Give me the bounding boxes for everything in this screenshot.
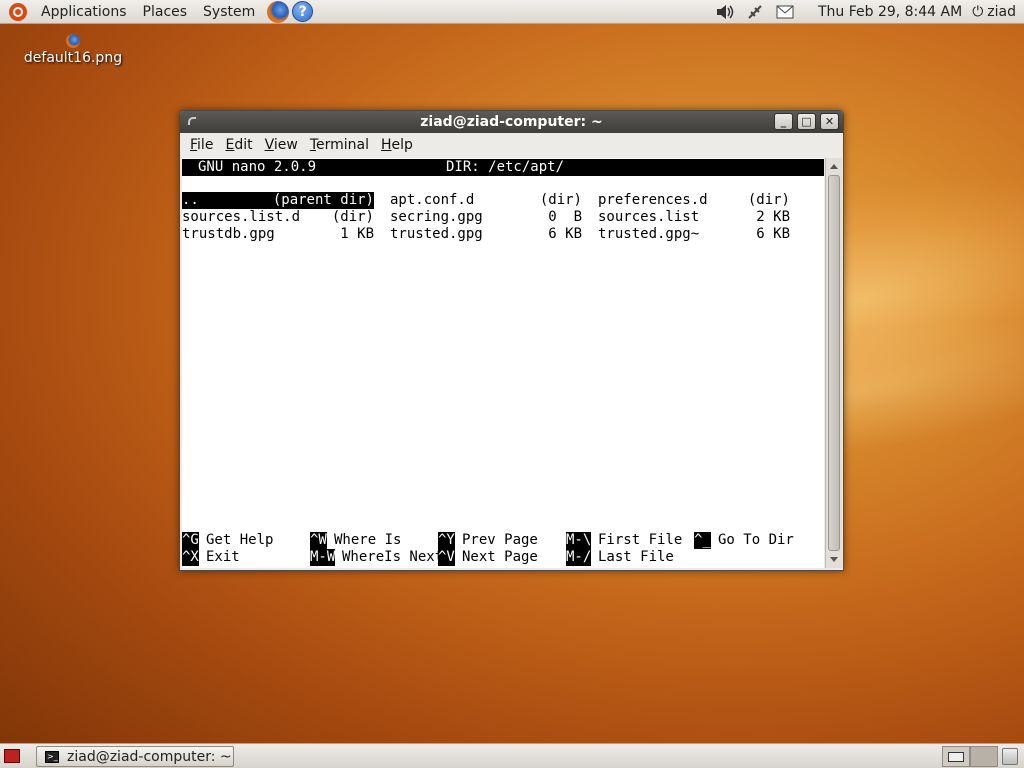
nano-titlebar: GNU nano 2.0.9 DIR: /etc/apt/ (182, 159, 824, 176)
nano-version: GNU nano 2.0.9 (198, 159, 317, 175)
shortcut-label: Prev Page (462, 532, 538, 548)
help-launcher-icon[interactable]: ? (292, 1, 314, 22)
applications-menu[interactable]: Applications (33, 4, 135, 20)
file-entry[interactable]: sources.list 2 KB (598, 209, 790, 226)
file-name: trusted.gpg~ (598, 226, 700, 242)
shortcut-key: ^X (182, 549, 199, 566)
file-name: trusted.gpg (390, 226, 483, 242)
scroll-up-arrow-icon[interactable] (830, 164, 838, 169)
file-entry[interactable]: secring.gpg 0 B (390, 209, 582, 226)
window-menu-icon[interactable] (188, 117, 196, 125)
terminal-icon: >_ (45, 750, 59, 763)
shortcut-key: ^V (438, 549, 455, 566)
menu-terminal[interactable]: Terminal (304, 137, 375, 153)
panel-tray: Thu Feb 29, 8:44 AM ⏻ ziad (710, 0, 1024, 23)
shortcut-label: Exit (206, 549, 240, 565)
shortcut-key: M-W (310, 549, 336, 566)
file-size: 2 KB (756, 209, 790, 225)
file-name: sources.list (598, 209, 700, 225)
terminal-menubar: File Edit View Terminal Help (180, 133, 843, 157)
shortcut-key: ^_ (694, 532, 711, 549)
mail-icon[interactable] (775, 2, 795, 22)
desktop-file-icon[interactable]: default16.png (22, 34, 124, 66)
firefox-launcher-icon[interactable] (267, 0, 290, 23)
file-size: 1 KB (340, 226, 374, 242)
user-name: ziad (987, 3, 1016, 20)
shortcut-label: First File (598, 532, 683, 548)
file-entry[interactable]: preferences.d (dir) (598, 192, 790, 209)
shortcut-label: Get Help (206, 532, 274, 548)
menu-edit[interactable]: Edit (219, 137, 258, 153)
workspace-2[interactable] (970, 746, 998, 767)
show-desktop-button[interactable] (4, 749, 20, 763)
top-panel: Applications Places System ? Thu Feb 29,… (0, 0, 1024, 24)
trash-icon[interactable] (1002, 748, 1018, 765)
bottom-panel: >_ ziad@ziad-computer: ~ (0, 743, 1024, 768)
file-entry[interactable]: trusted.gpg~ 6 KB (598, 226, 790, 243)
window-controls: _ □ ✕ (774, 113, 839, 130)
terminal-screen[interactable]: GNU nano 2.0.9 DIR: /etc/apt/ .. (parent … (182, 158, 824, 568)
shortcut-label: Last File (598, 549, 674, 565)
system-menu[interactable]: System (195, 4, 263, 20)
scroll-down-arrow-icon[interactable] (830, 557, 838, 562)
file-size: (dir) (747, 192, 790, 208)
workspace-1[interactable] (942, 746, 970, 767)
volume-icon[interactable] (715, 2, 735, 22)
file-entry[interactable]: trusted.gpg 6 KB (390, 226, 582, 243)
terminal-window: ziad@ziad-computer: ~ _ □ ✕ File Edit Vi… (179, 110, 844, 571)
file-name: preferences.d (598, 192, 708, 208)
file-entry[interactable]: apt.conf.d (dir) (390, 192, 582, 209)
maximize-button[interactable]: □ (797, 113, 816, 130)
places-menu[interactable]: Places (135, 4, 196, 20)
power-icon: ⏻ (972, 3, 984, 20)
image-file-icon (66, 34, 80, 48)
shortcut-label: Next Page (462, 549, 538, 565)
clock[interactable]: Thu Feb 29, 8:44 AM (800, 4, 972, 20)
terminal-scrollbar[interactable] (825, 158, 842, 568)
window-title: ziad@ziad-computer: ~ (420, 114, 603, 130)
file-size: (parent dir) (272, 192, 374, 209)
menu-file[interactable]: File (184, 137, 219, 153)
menu-help[interactable]: Help (375, 137, 419, 153)
shortcut-label: Go To Dir (718, 532, 794, 548)
file-entry[interactable]: .. (parent dir) (182, 192, 374, 209)
shortcut-key: M-\ (566, 532, 592, 549)
nano-current-dir: DIR: /etc/apt/ (446, 159, 565, 175)
shortcut-key: ^G (182, 532, 199, 549)
shortcut-label: WhereIs Next (342, 549, 444, 565)
file-entry[interactable]: trustdb.gpg 1 KB (182, 226, 374, 243)
scrollbar-thumb[interactable] (828, 175, 840, 551)
user-switcher[interactable]: ⏻ ziad (972, 4, 1024, 20)
minimize-button[interactable]: _ (774, 113, 793, 130)
file-size: 6 KB (548, 226, 582, 242)
file-size: (dir) (539, 192, 582, 208)
taskbar-terminal-label: ziad@ziad-computer: ~ (67, 748, 232, 765)
menu-view[interactable]: View (259, 137, 304, 153)
shortcut-key: M-/ (566, 549, 592, 566)
window-titlebar[interactable]: ziad@ziad-computer: ~ _ □ ✕ (180, 111, 843, 133)
taskbar-terminal-button[interactable]: >_ ziad@ziad-computer: ~ (36, 746, 234, 767)
file-size: (dir) (331, 209, 374, 225)
network-icon[interactable] (745, 2, 765, 22)
file-name: sources.list.d (182, 209, 301, 225)
shortcut-label: Where Is (334, 532, 402, 548)
file-name: trustdb.gpg (182, 226, 275, 242)
file-size: 0 B (548, 209, 582, 225)
file-size: 6 KB (756, 226, 790, 242)
close-button[interactable]: ✕ (820, 113, 839, 130)
file-entry[interactable]: sources.list.d (dir) (182, 209, 374, 226)
file-name: apt.conf.d (390, 192, 475, 208)
ubuntu-logo-icon[interactable] (9, 2, 27, 21)
shortcut-key: ^Y (438, 532, 455, 549)
shortcut-key: ^W (310, 532, 327, 549)
desktop-file-label: default16.png (23, 50, 123, 66)
file-name: secring.gpg (390, 209, 483, 225)
